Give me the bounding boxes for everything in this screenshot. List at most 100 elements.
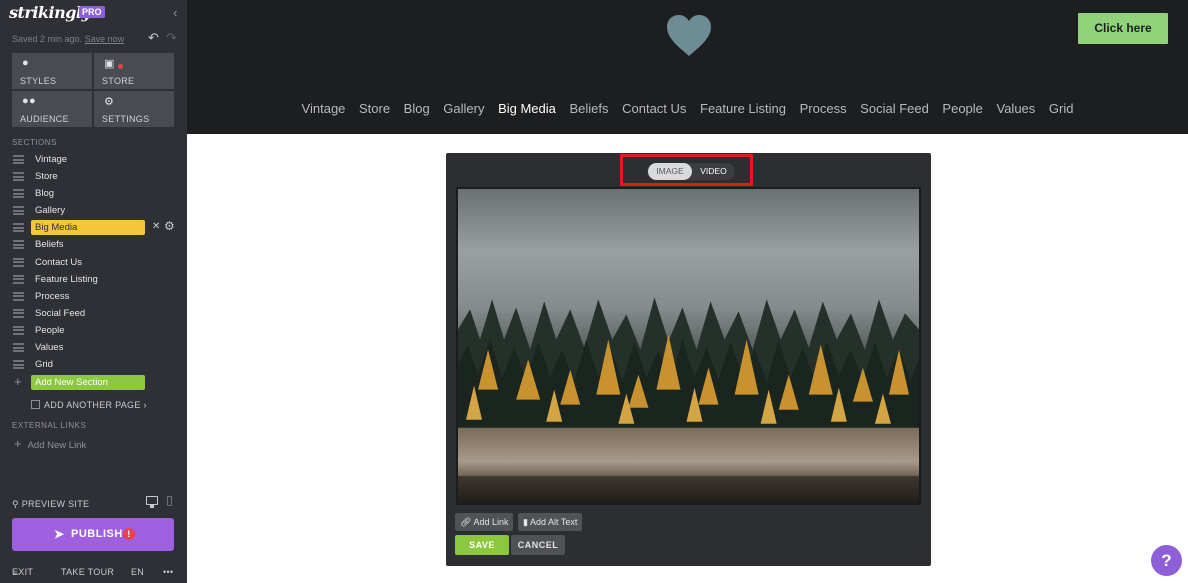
comment-icon: ▮ <box>523 517 528 527</box>
section-item-vintage[interactable]: Vintage <box>0 151 187 168</box>
redo-icon[interactable]: ↷ <box>166 30 177 46</box>
section-item-grid[interactable]: Grid <box>0 356 187 373</box>
section-label[interactable]: Process <box>35 291 69 302</box>
preview-site-button[interactable]: ⚲ PREVIEW SITE <box>12 499 89 510</box>
media-editor-panel: IMAGE VIDEO 🔗︎ Add Link ▮ Add Alt Text S… <box>446 153 931 566</box>
nav-item-gallery[interactable]: Gallery <box>443 101 484 116</box>
drag-handle-icon[interactable] <box>13 240 24 250</box>
chevron-right-icon: › <box>143 400 147 410</box>
sections-list: Vintage Store Blog Gallery Big Media ✕ ⚙ B… <box>0 151 187 373</box>
undo-icon[interactable]: ↶ <box>148 30 159 46</box>
add-link-button[interactable]: 🔗︎ Add Link <box>455 513 514 531</box>
section-label[interactable]: Vintage <box>35 154 67 165</box>
pro-badge: PRO <box>79 6 105 18</box>
publish-button[interactable]: ➤ PUBLISH ! <box>12 518 174 551</box>
drag-handle-icon[interactable] <box>13 189 24 199</box>
section-label[interactable]: Social Feed <box>35 308 85 319</box>
more-options-button[interactable]: ••• <box>163 567 173 577</box>
drag-handle-icon[interactable] <box>13 274 24 284</box>
drag-handle-icon[interactable] <box>13 257 24 267</box>
section-label[interactable]: People <box>35 325 65 336</box>
section-label[interactable]: Contact Us <box>35 257 82 268</box>
add-another-page-button[interactable]: ADD ANOTHER PAGE › <box>31 400 147 410</box>
image-tab[interactable]: IMAGE <box>648 163 692 180</box>
plus-icon: + <box>14 436 22 451</box>
drag-handle-icon[interactable] <box>13 360 24 370</box>
section-label[interactable]: Beliefs <box>35 239 64 250</box>
settings-button[interactable]: ⚙ SETTINGS <box>94 91 174 127</box>
nav-item-big-media[interactable]: Big Media <box>498 101 556 116</box>
section-item-store[interactable]: Store <box>0 168 187 185</box>
audience-button[interactable]: ●● AUDIENCE <box>12 91 92 127</box>
add-link-label: Add New Link <box>27 440 87 451</box>
drag-handle-icon[interactable] <box>13 325 24 335</box>
desktop-preview-icon[interactable] <box>146 496 158 508</box>
drag-handle-icon[interactable] <box>13 206 24 216</box>
click-here-button[interactable]: Click here <box>1078 13 1168 44</box>
nav-item-vintage[interactable]: Vintage <box>302 101 346 116</box>
section-label[interactable]: Big Media <box>31 220 145 236</box>
section-item-process[interactable]: Process <box>0 288 187 305</box>
section-label[interactable]: Feature Listing <box>35 274 98 285</box>
section-item-people[interactable]: People <box>0 322 187 339</box>
nav-item-feature-listing[interactable]: Feature Listing <box>700 101 786 116</box>
mobile-preview-icon[interactable] <box>167 496 172 506</box>
section-item-feature-listing[interactable]: Feature Listing <box>0 271 187 288</box>
nav-item-people[interactable]: People <box>942 101 982 116</box>
drag-handle-icon[interactable] <box>13 291 24 301</box>
drag-handle-icon[interactable] <box>13 172 24 182</box>
add-page-label: ADD ANOTHER PAGE <box>44 400 141 410</box>
sections-heading: SECTIONS <box>12 138 57 147</box>
section-item-social-feed[interactable]: Social Feed <box>0 305 187 322</box>
add-alt-text-button[interactable]: ▮ Add Alt Text <box>518 513 583 531</box>
saved-text: Saved 2 min ago. <box>12 34 83 44</box>
section-label[interactable]: Grid <box>35 359 53 370</box>
shopping-bag-icon: ▣ <box>104 58 115 70</box>
section-item-gallery[interactable]: Gallery <box>0 202 187 219</box>
image-preview-frame[interactable] <box>456 187 921 505</box>
audience-label: AUDIENCE <box>20 114 69 124</box>
add-new-section-button[interactable]: Add New Section <box>31 375 145 390</box>
nav-item-social-feed[interactable]: Social Feed <box>860 101 929 116</box>
section-label[interactable]: Blog <box>35 188 54 199</box>
gear-icon: ⚙ <box>104 96 115 108</box>
section-item-beliefs[interactable]: Beliefs <box>0 236 187 253</box>
drag-handle-icon[interactable] <box>13 343 24 353</box>
save-button[interactable]: SAVE <box>455 535 509 555</box>
section-settings-gear-icon[interactable]: ⚙ <box>164 219 175 233</box>
media-type-toggle[interactable]: IMAGE VIDEO <box>647 163 735 180</box>
nav-item-grid[interactable]: Grid <box>1049 101 1074 116</box>
external-links-heading: EXTERNAL LINKS <box>12 421 87 430</box>
nav-item-blog[interactable]: Blog <box>404 101 430 116</box>
nav-item-contact-us[interactable]: Contact Us <box>622 101 686 116</box>
section-item-values[interactable]: Values <box>0 339 187 356</box>
section-item-big-media[interactable]: Big Media ✕ ⚙ <box>0 219 187 236</box>
nav-item-store[interactable]: Store <box>359 101 390 116</box>
section-label[interactable]: Values <box>35 342 63 353</box>
help-button[interactable]: ? <box>1151 545 1182 576</box>
nav-item-values[interactable]: Values <box>997 101 1036 116</box>
drag-handle-icon[interactable] <box>13 223 24 233</box>
store-notification-dot <box>118 64 123 69</box>
nav-item-process[interactable]: Process <box>800 101 847 116</box>
collapse-sidebar-icon[interactable]: ‹ <box>173 5 177 20</box>
add-new-link-button[interactable]: + Add New Link <box>14 436 86 451</box>
section-item-blog[interactable]: Blog <box>0 185 187 202</box>
drag-handle-icon[interactable] <box>13 308 24 318</box>
section-item-contact-us[interactable]: Contact Us <box>0 254 187 271</box>
rocket-icon: ➤ <box>54 527 65 541</box>
video-tab[interactable]: VIDEO <box>693 163 734 180</box>
delete-section-icon[interactable]: ✕ <box>152 221 160 232</box>
section-label[interactable]: Store <box>35 171 58 182</box>
drag-handle-icon[interactable] <box>13 155 24 164</box>
take-tour-button[interactable]: TAKE TOUR <box>61 567 114 577</box>
store-button[interactable]: ▣ STORE <box>94 53 174 89</box>
cancel-button[interactable]: CANCEL <box>511 535 565 555</box>
page-icon <box>31 400 40 409</box>
styles-button[interactable]: ● STYLES <box>12 53 92 89</box>
save-now-link[interactable]: Save now <box>85 34 125 44</box>
store-label: STORE <box>102 76 135 86</box>
section-label[interactable]: Gallery <box>35 205 65 216</box>
language-button[interactable]: EN <box>131 567 144 577</box>
nav-item-beliefs[interactable]: Beliefs <box>569 101 608 116</box>
